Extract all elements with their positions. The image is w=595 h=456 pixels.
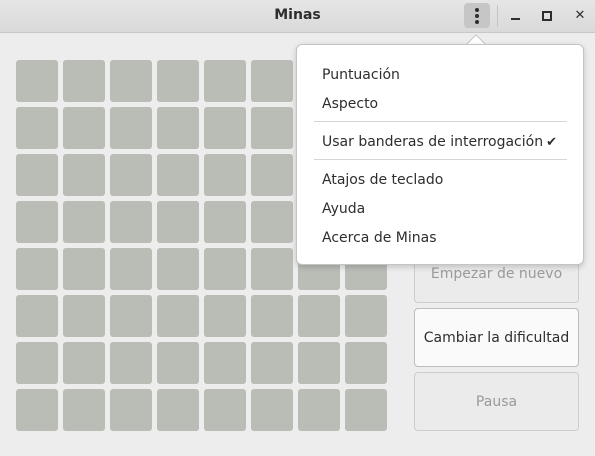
- app-menu-popover: Puntuación Aspecto Usar banderas de inte…: [296, 44, 584, 265]
- mine-cell[interactable]: [110, 107, 152, 149]
- mine-cell[interactable]: [110, 248, 152, 290]
- mine-cell[interactable]: [16, 154, 58, 196]
- mine-cell[interactable]: [251, 201, 293, 243]
- mine-cell[interactable]: [16, 342, 58, 384]
- menu-separator: [314, 159, 567, 160]
- change-difficulty-button[interactable]: Cambiar la dificultad: [414, 308, 579, 367]
- mine-cell[interactable]: [204, 248, 246, 290]
- mine-cell[interactable]: [157, 248, 199, 290]
- mine-cell[interactable]: [157, 201, 199, 243]
- mine-cell[interactable]: [16, 248, 58, 290]
- checkmark-icon: ✔: [546, 135, 557, 150]
- mine-cell[interactable]: [110, 295, 152, 337]
- mine-cell[interactable]: [204, 201, 246, 243]
- mine-cell[interactable]: [63, 60, 105, 102]
- mine-cell[interactable]: [204, 342, 246, 384]
- mine-cell[interactable]: [16, 201, 58, 243]
- mine-cell[interactable]: [63, 154, 105, 196]
- mine-cell[interactable]: [157, 389, 199, 431]
- mine-cell[interactable]: [157, 107, 199, 149]
- close-icon[interactable]: ✕: [570, 6, 590, 26]
- menu-item-help[interactable]: Ayuda: [322, 201, 365, 217]
- minimize-icon[interactable]: [506, 6, 526, 26]
- mine-cell[interactable]: [157, 295, 199, 337]
- mine-cell[interactable]: [251, 60, 293, 102]
- mine-cell[interactable]: [251, 342, 293, 384]
- mine-cell[interactable]: [204, 107, 246, 149]
- mine-cell[interactable]: [16, 389, 58, 431]
- menu-item-shortcuts[interactable]: Atajos de teclado: [322, 172, 443, 188]
- menu-item-about[interactable]: Acerca de Minas: [322, 230, 436, 246]
- mine-cell[interactable]: [63, 107, 105, 149]
- title-bar: Minas ✕: [0, 0, 595, 33]
- mine-cell[interactable]: [298, 389, 340, 431]
- mine-cell[interactable]: [204, 295, 246, 337]
- mine-cell[interactable]: [110, 342, 152, 384]
- mine-cell[interactable]: [157, 154, 199, 196]
- pause-button[interactable]: Pausa: [414, 372, 579, 431]
- mine-cell[interactable]: [298, 342, 340, 384]
- mine-cell[interactable]: [16, 295, 58, 337]
- maximize-icon[interactable]: [537, 6, 557, 26]
- mine-cell[interactable]: [63, 201, 105, 243]
- mine-cell[interactable]: [204, 389, 246, 431]
- mine-cell[interactable]: [63, 248, 105, 290]
- mine-cell[interactable]: [63, 342, 105, 384]
- mine-cell[interactable]: [345, 389, 387, 431]
- mine-cell[interactable]: [16, 107, 58, 149]
- mine-cell[interactable]: [110, 389, 152, 431]
- mine-cell[interactable]: [204, 154, 246, 196]
- mine-cell[interactable]: [345, 342, 387, 384]
- mine-cell[interactable]: [16, 60, 58, 102]
- mine-cell[interactable]: [110, 60, 152, 102]
- mine-cell[interactable]: [345, 295, 387, 337]
- menu-button[interactable]: [464, 3, 490, 28]
- mine-cell[interactable]: [157, 342, 199, 384]
- menu-item-scores[interactable]: Puntuación: [322, 67, 400, 83]
- menu-item-appearance[interactable]: Aspecto: [322, 96, 378, 112]
- mine-cell[interactable]: [157, 60, 199, 102]
- titlebar-separator: [497, 5, 498, 27]
- mine-cell[interactable]: [298, 295, 340, 337]
- mine-cell[interactable]: [251, 154, 293, 196]
- mine-cell[interactable]: [251, 389, 293, 431]
- menu-separator: [314, 121, 567, 122]
- mine-cell[interactable]: [110, 201, 152, 243]
- mine-cell[interactable]: [251, 295, 293, 337]
- menu-item-question-flags[interactable]: Usar banderas de interrogación: [322, 134, 543, 150]
- mine-cell[interactable]: [63, 389, 105, 431]
- mine-cell[interactable]: [204, 60, 246, 102]
- mine-cell[interactable]: [251, 248, 293, 290]
- mine-cell[interactable]: [251, 107, 293, 149]
- mine-cell[interactable]: [110, 154, 152, 196]
- mine-cell[interactable]: [63, 295, 105, 337]
